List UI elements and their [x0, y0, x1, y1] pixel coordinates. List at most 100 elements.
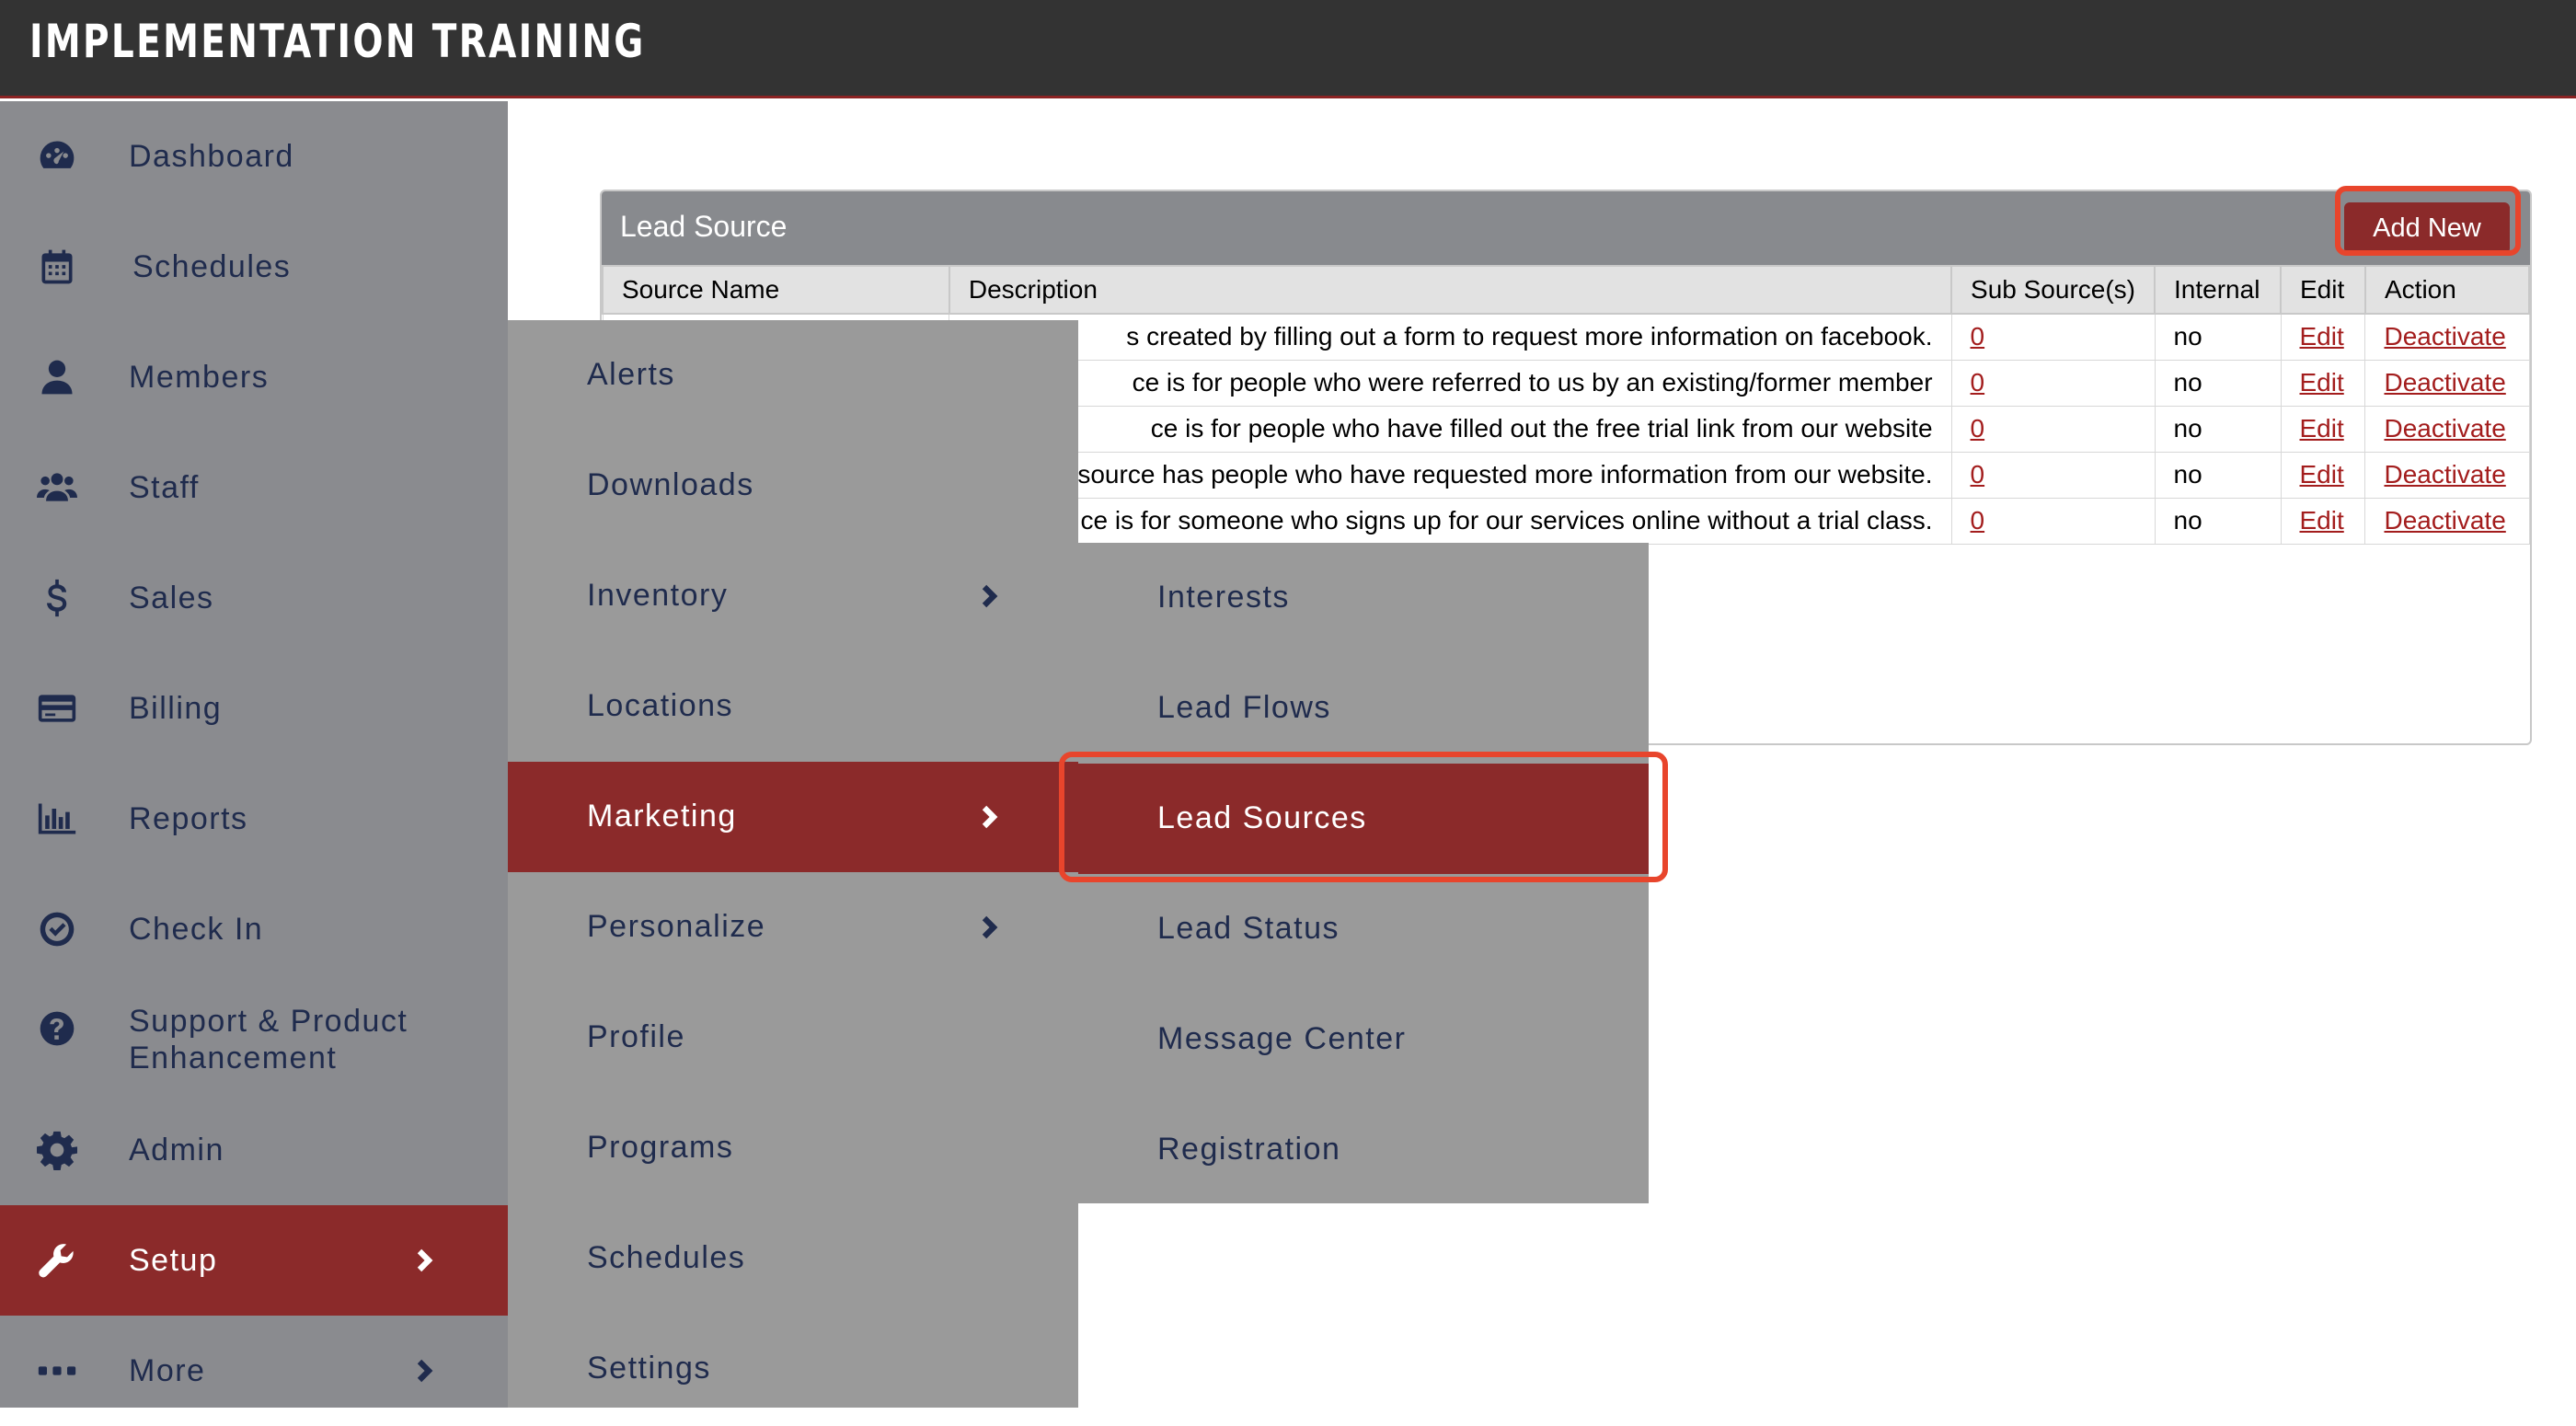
- sidebar-item-dashboard[interactable]: Dashboard: [0, 101, 508, 212]
- sidebar-item-label: Setup: [129, 1243, 218, 1278]
- submenu-item-label: Lead Sources: [1157, 800, 1367, 835]
- dashboard-icon: [33, 132, 81, 180]
- submenu-item-label: Message Center: [1157, 1021, 1407, 1056]
- sidebar-item-label: Schedules: [132, 249, 292, 284]
- submenu-item-label: Schedules: [587, 1240, 746, 1275]
- deactivate-link[interactable]: Deactivate: [2384, 414, 2505, 443]
- submenu-item-settings[interactable]: Settings: [508, 1314, 1078, 1424]
- users-icon: [33, 464, 81, 512]
- sidebar-item-sales[interactable]: Sales: [0, 543, 508, 653]
- sub-sources-link[interactable]: 0: [1971, 506, 1985, 535]
- sidebar-item-label: Dashboard: [129, 139, 294, 174]
- sidebar-item-label: Check In: [129, 912, 264, 947]
- deactivate-link[interactable]: Deactivate: [2384, 460, 2505, 489]
- submenu-item-programs[interactable]: Programs: [508, 1093, 1078, 1203]
- chevron-right-icon: [975, 803, 1003, 831]
- sidebar-item-more[interactable]: More: [0, 1316, 508, 1426]
- description-cell: s created by filling out a form to reque…: [949, 313, 1952, 361]
- panel-title: Lead Source: [620, 210, 788, 243]
- submenu-item-label: Personalize: [587, 909, 766, 944]
- edit-link[interactable]: Edit: [2300, 414, 2344, 443]
- chevron-right-icon: [975, 582, 1003, 610]
- submenu-item-message-center[interactable]: Message Center: [1078, 984, 1649, 1095]
- chevron-right-icon: [975, 914, 1003, 941]
- panel-header: Lead Source Add New: [602, 191, 2530, 265]
- submenu-item-marketing[interactable]: Marketing: [508, 762, 1078, 872]
- check-circle-icon: [33, 905, 81, 953]
- deactivate-link[interactable]: Deactivate: [2384, 506, 2505, 535]
- sidebar-item-staff[interactable]: Staff: [0, 432, 508, 543]
- deactivate-link[interactable]: Deactivate: [2384, 322, 2505, 351]
- bar-chart-icon: [33, 795, 81, 843]
- deactivate-link[interactable]: Deactivate: [2384, 368, 2505, 397]
- submenu-item-lead-status[interactable]: Lead Status: [1078, 874, 1649, 984]
- internal-cell: no: [2154, 313, 2282, 361]
- submenu-item-personalize[interactable]: Personalize: [508, 872, 1078, 983]
- sidebar-item-setup[interactable]: Setup: [0, 1205, 508, 1316]
- submenu-item-label: Marketing: [587, 799, 737, 834]
- sidebar-item-support[interactable]: Support & Product Enhancement: [0, 984, 508, 1095]
- credit-card-icon: [33, 684, 81, 732]
- description-cell: ce is for people who were referred to us…: [949, 359, 1952, 407]
- column-header[interactable]: Edit: [2280, 265, 2366, 315]
- submenu-item-inventory[interactable]: Inventory: [508, 541, 1078, 651]
- gear-icon: [33, 1126, 81, 1174]
- submenu-item-label: Lead Flows: [1157, 690, 1331, 725]
- submenu-item-alerts[interactable]: Alerts: [508, 320, 1078, 431]
- edit-link[interactable]: Edit: [2300, 368, 2344, 397]
- sidebar-item-reports[interactable]: Reports: [0, 764, 508, 874]
- submenu-item-label: Settings: [587, 1351, 711, 1386]
- sub-sources-link[interactable]: 0: [1971, 322, 1985, 351]
- sidebar-item-label: Support & Product Enhancement: [129, 1004, 408, 1075]
- submenu-item-schedules[interactable]: Schedules: [508, 1203, 1078, 1314]
- description-cell: ce is for someone who signs up for our s…: [949, 497, 1952, 545]
- top-bar: IMPLEMENTATION TRAINING: [0, 0, 2576, 98]
- submenu-item-label: Downloads: [587, 467, 754, 502]
- submenu-item-interests[interactable]: Interests: [1078, 543, 1649, 653]
- submenu-item-label: Lead Status: [1157, 911, 1340, 946]
- submenu-item-label: Registration: [1157, 1132, 1341, 1167]
- sub-sources-link[interactable]: 0: [1971, 368, 1985, 397]
- marketing-submenu: Interests Lead Flows Lead Sources Lead S…: [1078, 543, 1649, 1203]
- add-new-button[interactable]: Add New: [2344, 202, 2510, 254]
- sidebar-item-label: More: [129, 1353, 206, 1388]
- sidebar-item-admin[interactable]: Admin: [0, 1095, 508, 1205]
- wrench-icon: [33, 1236, 81, 1284]
- column-header[interactable]: Internal: [2154, 265, 2282, 315]
- column-header[interactable]: Source Name: [602, 265, 950, 315]
- sidebar-item-label: Billing: [129, 691, 223, 726]
- submenu-item-profile[interactable]: Profile: [508, 983, 1078, 1093]
- sub-sources-link[interactable]: 0: [1971, 414, 1985, 443]
- chevron-right-icon: [410, 1247, 438, 1274]
- submenu-item-label: Locations: [587, 688, 734, 723]
- submenu-item-label: Interests: [1157, 580, 1290, 615]
- column-header[interactable]: Action: [2363, 265, 2530, 315]
- submenu-item-registration[interactable]: Registration: [1078, 1095, 1649, 1205]
- sidebar-item-check-in[interactable]: Check In: [0, 874, 508, 984]
- sidebar-item-members[interactable]: Members: [0, 322, 508, 432]
- internal-cell: no: [2154, 405, 2282, 453]
- sidebar-item-schedules[interactable]: Schedules: [0, 212, 508, 322]
- submenu-item-label: Profile: [587, 1019, 685, 1054]
- ellipsis-icon: [33, 1347, 81, 1395]
- internal-cell: no: [2154, 497, 2282, 545]
- submenu-item-label: Alerts: [587, 357, 675, 392]
- user-icon: [33, 353, 81, 401]
- submenu-item-label: Programs: [587, 1130, 734, 1165]
- submenu-item-downloads[interactable]: Downloads: [508, 431, 1078, 541]
- question-circle-icon: [33, 1005, 81, 1052]
- submenu-item-lead-flows[interactable]: Lead Flows: [1078, 653, 1649, 764]
- column-header[interactable]: Description: [948, 265, 1953, 315]
- sidebar-item-billing[interactable]: Billing: [0, 653, 508, 764]
- sub-sources-link[interactable]: 0: [1971, 460, 1985, 489]
- submenu-item-locations[interactable]: Locations: [508, 651, 1078, 762]
- calendar-icon: [33, 243, 81, 291]
- edit-link[interactable]: Edit: [2300, 322, 2344, 351]
- edit-link[interactable]: Edit: [2300, 506, 2344, 535]
- column-header[interactable]: Sub Source(s): [1950, 265, 2156, 315]
- submenu-item-lead-sources[interactable]: Lead Sources: [1078, 764, 1649, 874]
- edit-link[interactable]: Edit: [2300, 460, 2344, 489]
- description-cell: ce is for people who have filled out the…: [949, 405, 1952, 453]
- sidebar-item-label: Admin: [129, 1133, 224, 1167]
- internal-cell: no: [2154, 451, 2282, 499]
